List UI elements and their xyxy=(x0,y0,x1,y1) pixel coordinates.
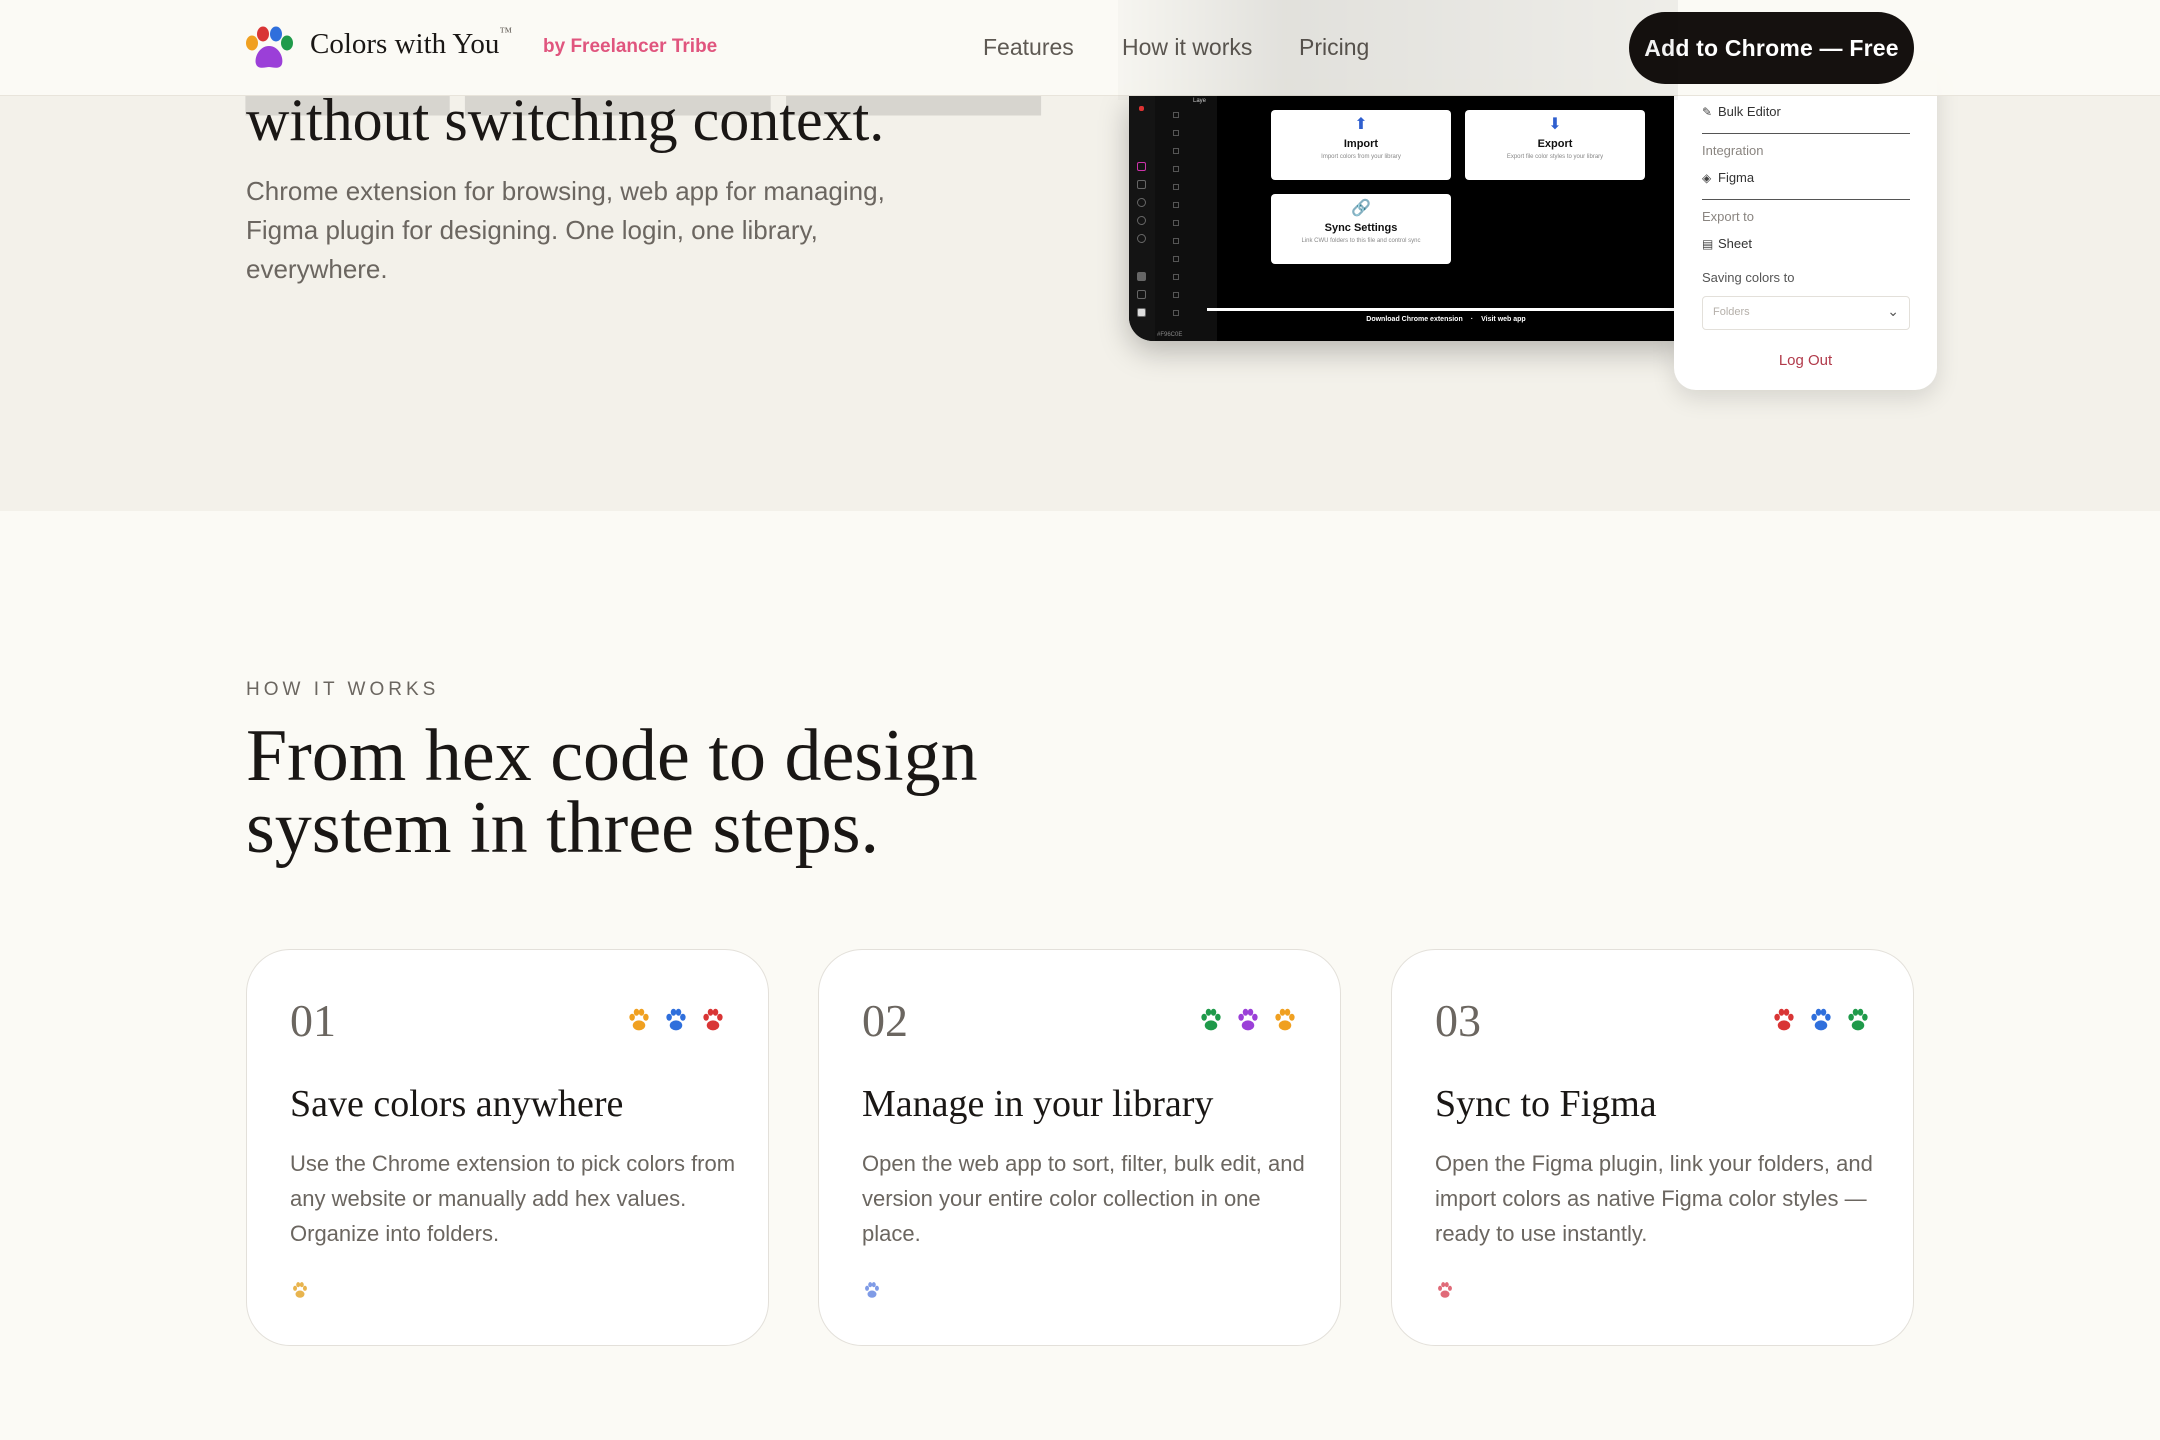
popup-saving-label: Saving colors to xyxy=(1702,270,1795,285)
brand-name[interactable]: Colors with You™ xyxy=(310,24,512,61)
step-number: 03 xyxy=(1435,995,1481,1046)
layers-label: Laye xyxy=(1193,98,1207,104)
import-icon: ⬆ xyxy=(1354,116,1368,133)
step-description: Open the Figma plugin, link your folders… xyxy=(1435,1151,1873,1246)
pencil-icon: ✎ xyxy=(1702,105,1713,119)
how-it-works-title: From hex code to design system in three … xyxy=(246,715,978,869)
mock-card-title: Export xyxy=(1537,138,1573,150)
paw-prints-icon xyxy=(1774,1008,1868,1031)
mock-separator: · xyxy=(1470,316,1474,323)
mini-paw-icon xyxy=(1438,1282,1452,1298)
paw-print-icon xyxy=(629,1008,649,1031)
figma-icon: ◈ xyxy=(1702,171,1712,185)
add-to-chrome-button[interactable]: Add to Chrome — Free xyxy=(1629,12,1914,84)
trademark-symbol: ™ xyxy=(499,24,513,40)
paw-print-icon xyxy=(1811,1008,1831,1031)
mock-webapp-link: Visit web app xyxy=(1481,316,1526,323)
nav-link-how-it-works[interactable]: How it works xyxy=(1122,34,1252,61)
how-it-works-eyebrow: HOW IT WORKS xyxy=(246,679,440,700)
step-description: Open the web app to sort, filter, bulk e… xyxy=(862,1151,1305,1246)
hero-subtitle: Chrome extension for browsing, web app f… xyxy=(246,176,885,284)
paw-print-icon xyxy=(1275,1008,1295,1031)
mock-card-desc: Export file color styles to your library xyxy=(1506,154,1604,160)
paw-print-icon xyxy=(1238,1008,1258,1031)
paw-print-icon xyxy=(1201,1008,1221,1031)
popup-divider xyxy=(1702,133,1910,134)
by-freelancer-tribe[interactable]: by Freelancer Tribe xyxy=(543,36,717,58)
paw-print-icon xyxy=(1438,1282,1452,1298)
nav-link-pricing[interactable]: Pricing xyxy=(1299,34,1369,61)
popup-integration-label: Integration xyxy=(1702,143,1764,158)
folders-select: Folders ⌄ xyxy=(1702,296,1910,330)
mock-card-desc: Import colors from your library xyxy=(1321,154,1401,160)
extension-popup: ✎ Bulk Editor Integration ◈ Figma Export t… xyxy=(1674,70,1937,390)
mini-paw-icon xyxy=(865,1282,879,1298)
step-title: Save colors anywhere xyxy=(290,1083,624,1125)
export-icon: ⬇ xyxy=(1548,116,1562,133)
popup-figma: ◈ Figma xyxy=(1702,170,1755,185)
folders-select-placeholder: Folders xyxy=(1713,306,1750,318)
mock-sync-card: 🔗 Sync Settings Link CWU folders to this… xyxy=(1271,194,1451,264)
paw-print-icon xyxy=(1774,1008,1794,1031)
mock-layers-panel: Laye xyxy=(1155,96,1217,341)
mock-footer-links: Download Chrome extension · Visit web app xyxy=(1207,314,1685,341)
mock-card-desc: Link CWU folders to this file and contro… xyxy=(1301,238,1421,244)
mini-paw-icon xyxy=(293,1282,307,1298)
mock-footer-divider xyxy=(1207,308,1685,311)
mock-import-card: ⬆ Import Import colors from your library xyxy=(1271,110,1451,180)
step-card-2: 02 Manage in your library Open the web a… xyxy=(818,949,1341,1346)
step-card-1: 01 Save colors anywhere Use the Chrome e… xyxy=(246,949,769,1346)
paw-print-icon xyxy=(703,1008,723,1031)
mock-export-card: ⬇ Export Export file color styles to you… xyxy=(1465,110,1645,180)
popup-bulk-editor: ✎ Bulk Editor xyxy=(1702,104,1781,119)
popup-export-label: Export to xyxy=(1702,209,1755,224)
step-number: 01 xyxy=(290,995,336,1046)
mock-toolbar-rail xyxy=(1129,96,1155,341)
chevron-down-icon: ⌄ xyxy=(1887,303,1899,319)
step-number: 02 xyxy=(862,995,908,1046)
step-description: Use the Chrome extension to pick colors … xyxy=(290,1151,736,1246)
paw-prints-icon xyxy=(629,1008,723,1031)
paw-print-icon xyxy=(865,1282,879,1298)
mock-card-title: Sync Settings xyxy=(1324,222,1398,234)
nav-link-features[interactable]: Features xyxy=(983,34,1074,61)
logout-link: Log Out xyxy=(1778,352,1833,369)
mock-hex-code: #F96C0E xyxy=(1157,332,1183,338)
mock-card-title: Import xyxy=(1343,138,1379,150)
step-title: Sync to Figma xyxy=(1435,1083,1657,1125)
paw-print-icon xyxy=(1848,1008,1868,1031)
paw-prints-icon xyxy=(1201,1008,1295,1031)
step-title: Manage in your library xyxy=(862,1083,1214,1125)
top-navbar: Colors with You™ by Freelancer Tribe Fea… xyxy=(0,0,2160,96)
paw-print-icon xyxy=(293,1282,307,1298)
paw-logo-icon[interactable] xyxy=(244,26,294,70)
popup-divider xyxy=(1702,199,1910,200)
product-screenshot: Laye #F96C0E ⬆ Import Import colors from… xyxy=(1129,96,1685,341)
mock-download-link: Download Chrome extension xyxy=(1366,316,1463,323)
link-icon: 🔗 xyxy=(1351,200,1371,217)
popup-sheet: ▤ Sheet xyxy=(1702,236,1752,251)
paw-print-icon xyxy=(666,1008,686,1031)
document-icon: ▤ xyxy=(1702,237,1714,251)
step-card-3: 03 Sync to Figma Open the Figma plugin, … xyxy=(1391,949,1914,1346)
